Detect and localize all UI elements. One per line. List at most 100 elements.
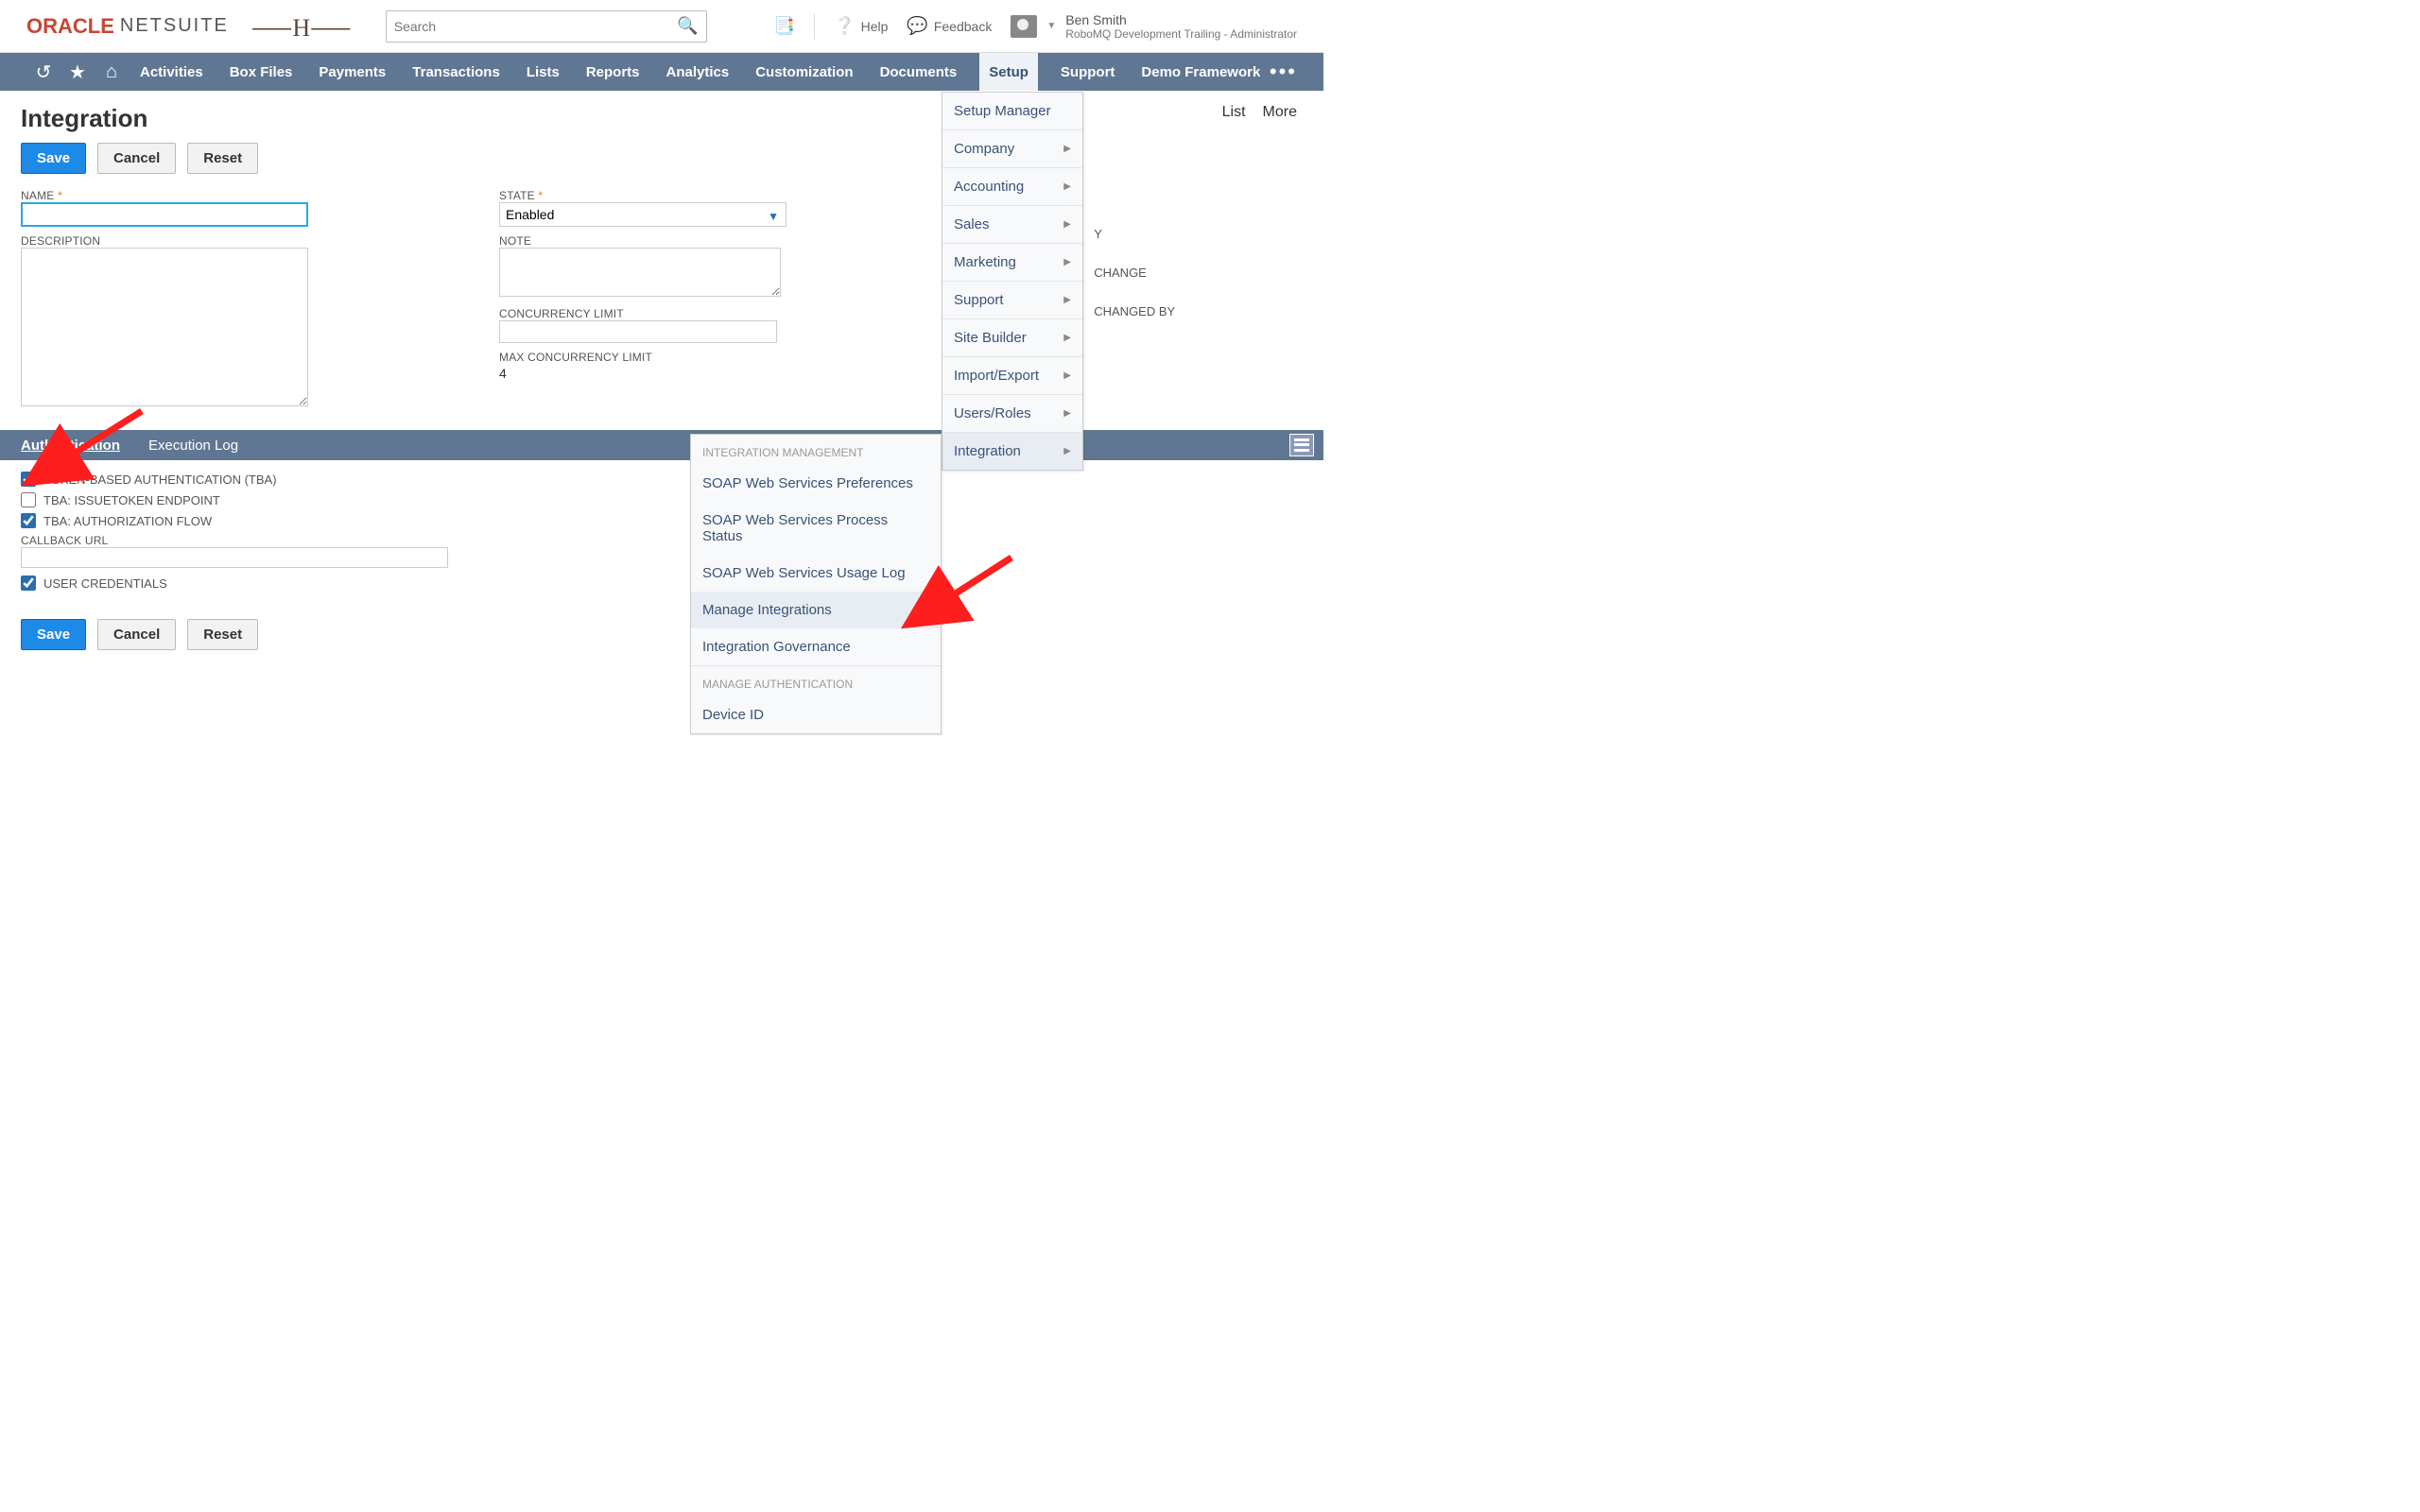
chevron-right-icon: ▶: [1063, 446, 1071, 456]
reset-button[interactable]: Reset: [187, 143, 258, 174]
state-value[interactable]: [499, 202, 786, 227]
authflow-label: TBA: AUTHORIZATION FLOW: [43, 514, 212, 528]
page-title: Integration: [21, 104, 1297, 133]
more-action[interactable]: More: [1263, 104, 1297, 121]
chevron-right-icon: ▶: [1063, 408, 1071, 419]
setup-menu-marketing[interactable]: Marketing▶: [942, 243, 1082, 281]
setup-menu-site-builder[interactable]: Site Builder▶: [942, 318, 1082, 356]
nav-overflow-icon[interactable]: •••: [1270, 60, 1297, 84]
note-label: NOTE: [499, 234, 788, 248]
authflow-checkbox[interactable]: [21, 513, 36, 528]
add-shortcut-icon[interactable]: 📑: [774, 16, 795, 36]
search-input[interactable]: [394, 19, 678, 34]
main-nav: ↺ ★ ⌂ Activities Box Files Payments Transac…: [0, 53, 1323, 91]
issuetoken-checkbox[interactable]: [21, 492, 36, 507]
integration-submenu-device-id[interactable]: Device ID: [691, 696, 941, 733]
concurrency-limit-input[interactable]: [499, 320, 777, 343]
nav-item-payments[interactable]: Payments: [315, 53, 389, 91]
setup-menu-import-export[interactable]: Import/Export▶: [942, 356, 1082, 394]
chevron-right-icon: ▶: [1063, 333, 1071, 343]
chevron-right-icon: ▶: [1063, 219, 1071, 230]
reset-button-bottom[interactable]: Reset: [187, 619, 258, 650]
chevron-down-icon: ▼: [1046, 21, 1056, 31]
setup-menu-setup-manager[interactable]: Setup Manager: [942, 93, 1082, 129]
nav-item-box-files[interactable]: Box Files: [226, 53, 297, 91]
label-changed-by-partial: CHANGED BY: [1087, 304, 1175, 318]
global-search[interactable]: 🔍: [386, 10, 707, 43]
feedback-label: Feedback: [934, 19, 992, 34]
nav-item-demo-framework[interactable]: Demo Framework: [1137, 53, 1264, 91]
nav-item-customization[interactable]: Customization: [752, 53, 856, 91]
nav-item-transactions[interactable]: Transactions: [408, 53, 504, 91]
integration-submenu: INTEGRATION MANAGEMENT SOAP Web Services…: [690, 434, 942, 734]
tba-label: TOKEN-BASED AUTHENTICATION (TBA): [43, 472, 277, 487]
name-input[interactable]: [21, 202, 308, 227]
max-concurrency-value: 4: [499, 364, 788, 381]
search-icon[interactable]: 🔍: [677, 16, 698, 36]
integration-submenu-soap-web-services-process-status[interactable]: SOAP Web Services Process Status: [691, 502, 941, 555]
user-role: RoboMQ Development Trailing - Administra…: [1065, 27, 1297, 41]
usercred-label: USER CREDENTIALS: [43, 576, 167, 591]
feedback-link[interactable]: 💬Feedback: [907, 16, 992, 36]
setup-menu-company[interactable]: Company▶: [942, 129, 1082, 167]
chevron-right-icon: ▶: [1063, 257, 1071, 267]
tenant-logo: ⸺H⸺: [251, 9, 352, 43]
nav-item-lists[interactable]: Lists: [523, 53, 563, 91]
note-input[interactable]: [499, 248, 781, 297]
nav-item-reports[interactable]: Reports: [582, 53, 644, 91]
history-icon[interactable]: ↺: [26, 60, 60, 84]
app-header: ORACLE NETSUITE ⸺H⸺ 🔍 📑 ❔Help 💬Feedback …: [0, 0, 1323, 53]
help-link[interactable]: ❔Help: [834, 16, 888, 36]
chevron-right-icon: ▶: [1063, 370, 1071, 381]
oracle-netsuite-logo: ORACLE NETSUITE: [26, 14, 229, 39]
submenu-header-manage-authentication: MANAGE AUTHENTICATION: [691, 666, 941, 696]
usercred-checkbox[interactable]: [21, 576, 36, 591]
avatar-icon: [1011, 15, 1037, 38]
save-button-bottom[interactable]: Save: [21, 619, 86, 650]
divider: [814, 13, 815, 40]
nav-item-setup[interactable]: Setup: [979, 53, 1038, 91]
cancel-button-bottom[interactable]: Cancel: [97, 619, 176, 650]
user-name: Ben Smith: [1065, 12, 1297, 27]
subtab-bar: Authentication Execution Log: [0, 430, 1323, 460]
tab-execution-log[interactable]: Execution Log: [148, 438, 238, 454]
expand-collapse-icon[interactable]: [1289, 434, 1314, 456]
integration-submenu-manage-integrations[interactable]: Manage Integrations▶: [691, 592, 941, 628]
nav-item-support[interactable]: Support: [1057, 53, 1119, 91]
nav-item-analytics[interactable]: Analytics: [663, 53, 734, 91]
setup-menu-integration[interactable]: Integration▶: [942, 432, 1082, 470]
nav-item-activities[interactable]: Activities: [136, 53, 207, 91]
integration-submenu-soap-web-services-usage-log[interactable]: SOAP Web Services Usage Log: [691, 555, 941, 592]
setup-menu-sales[interactable]: Sales▶: [942, 205, 1082, 243]
list-action[interactable]: List: [1222, 104, 1246, 121]
required-icon: *: [538, 189, 543, 202]
chevron-right-icon: ▶: [1063, 181, 1071, 192]
setup-menu-accounting[interactable]: Accounting▶: [942, 167, 1082, 205]
chevron-right-icon: ▶: [1063, 144, 1071, 154]
user-menu[interactable]: ▼ Ben Smith RoboMQ Development Trailing …: [1011, 12, 1297, 41]
name-label: NAME: [21, 189, 54, 202]
save-button[interactable]: Save: [21, 143, 86, 174]
description-input[interactable]: [21, 248, 308, 406]
nav-item-documents[interactable]: Documents: [876, 53, 961, 91]
tab-authentication[interactable]: Authentication: [21, 438, 120, 454]
required-icon: *: [58, 189, 62, 202]
chevron-right-icon: ▶: [922, 605, 929, 615]
setup-menu-users-roles[interactable]: Users/Roles▶: [942, 394, 1082, 432]
callback-url-input[interactable]: [21, 547, 448, 568]
setup-dropdown: Setup ManagerCompany▶Accounting▶Sales▶Ma…: [942, 92, 1083, 471]
background-labels: Y CHANGE CHANGED BY: [1087, 227, 1175, 318]
setup-menu-support[interactable]: Support▶: [942, 281, 1082, 318]
state-select[interactable]: ▼: [499, 202, 786, 227]
callback-url-label: CALLBACK URL: [21, 534, 1297, 547]
submenu-header-integration-management: INTEGRATION MANAGEMENT: [691, 435, 941, 465]
integration-submenu-integration-governance[interactable]: Integration Governance: [691, 628, 941, 665]
cancel-button[interactable]: Cancel: [97, 143, 176, 174]
chevron-right-icon: ▶: [1063, 295, 1071, 305]
home-icon[interactable]: ⌂: [95, 61, 129, 83]
favorites-icon[interactable]: ★: [60, 60, 95, 84]
logo-netsuite: NETSUITE: [120, 15, 229, 37]
tba-checkbox[interactable]: [21, 472, 36, 487]
concurrency-limit-label: CONCURRENCY LIMIT: [499, 307, 788, 320]
integration-submenu-soap-web-services-preferences[interactable]: SOAP Web Services Preferences: [691, 465, 941, 502]
